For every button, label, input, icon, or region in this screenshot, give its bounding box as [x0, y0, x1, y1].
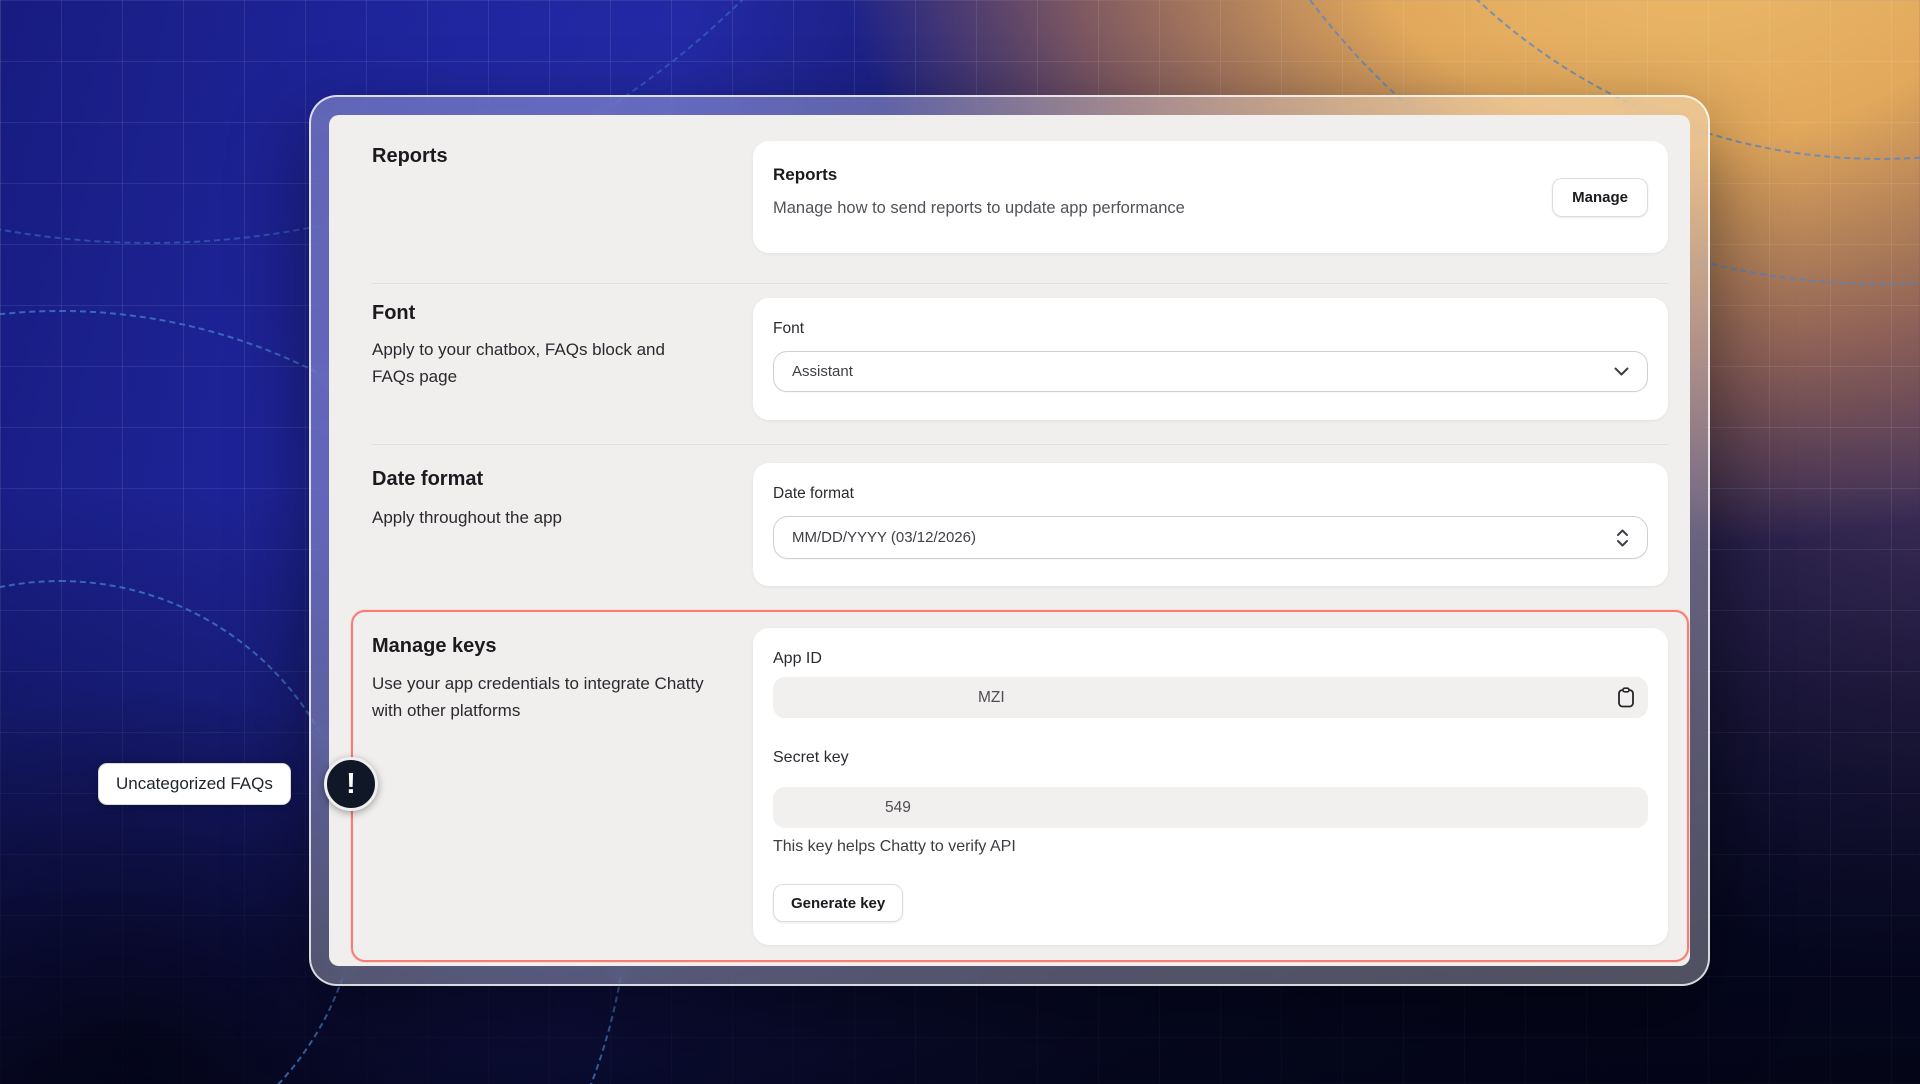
chevron-down-icon [1614, 367, 1629, 376]
settings-panel: Reports Reports Manage how to send repor… [329, 115, 1690, 966]
reports-card-title: Reports [773, 165, 1648, 185]
reports-card: Reports Manage how to send reports to up… [753, 141, 1668, 253]
copy-clipboard-icon[interactable] [1617, 687, 1648, 708]
font-field-label: Font [773, 320, 1648, 338]
manage-keys-card: App ID MZI Secret key 549 This key help [753, 628, 1668, 945]
app-id-value: MZI [773, 689, 1005, 707]
section-heading-manage-keys: Manage keys [372, 635, 497, 658]
manage-keys-section-description: Use your app credentials to integrate Ch… [372, 670, 712, 724]
date-format-select[interactable]: MM/DD/YYYY (03/12/2026) [773, 516, 1648, 559]
secret-key-helper-text: This key helps Chatty to verify API [773, 838, 1016, 856]
generate-key-button[interactable]: Generate key [773, 884, 903, 922]
secret-key-value: 549 [773, 799, 911, 817]
manage-button[interactable]: Manage [1552, 178, 1648, 217]
date-format-select-value: MM/DD/YYYY (03/12/2026) [792, 529, 976, 546]
date-format-field-label: Date format [773, 485, 1648, 503]
font-card: Font Assistant [753, 298, 1668, 420]
section-divider [372, 283, 1668, 284]
font-select-value: Assistant [792, 363, 853, 380]
exclamation-icon: ! [346, 768, 356, 801]
font-section-description: Apply to your chatbox, FAQs block and FA… [372, 336, 712, 390]
section-heading-date-format: Date format [372, 468, 483, 491]
section-heading-reports: Reports [372, 145, 448, 168]
settings-window: Reports Reports Manage how to send repor… [309, 95, 1710, 986]
uncategorized-faqs-tooltip: Uncategorized FAQs [98, 763, 291, 805]
section-heading-font: Font [372, 302, 415, 325]
secret-key-field[interactable]: 549 [773, 787, 1648, 828]
secret-key-label: Secret key [773, 749, 849, 767]
chevron-up-down-icon [1616, 529, 1629, 547]
date-format-section-description: Apply throughout the app [372, 504, 712, 531]
section-divider [372, 444, 1668, 445]
app-id-label: App ID [773, 650, 822, 668]
font-select[interactable]: Assistant [773, 351, 1648, 392]
alert-exclamation-badge[interactable]: ! [324, 757, 378, 811]
decor-dashed-circle [0, 580, 360, 1084]
date-format-card: Date format MM/DD/YYYY (03/12/2026) [753, 463, 1668, 586]
app-id-field[interactable]: MZI [773, 677, 1648, 718]
reports-card-description: Manage how to send reports to update app… [773, 199, 1648, 218]
